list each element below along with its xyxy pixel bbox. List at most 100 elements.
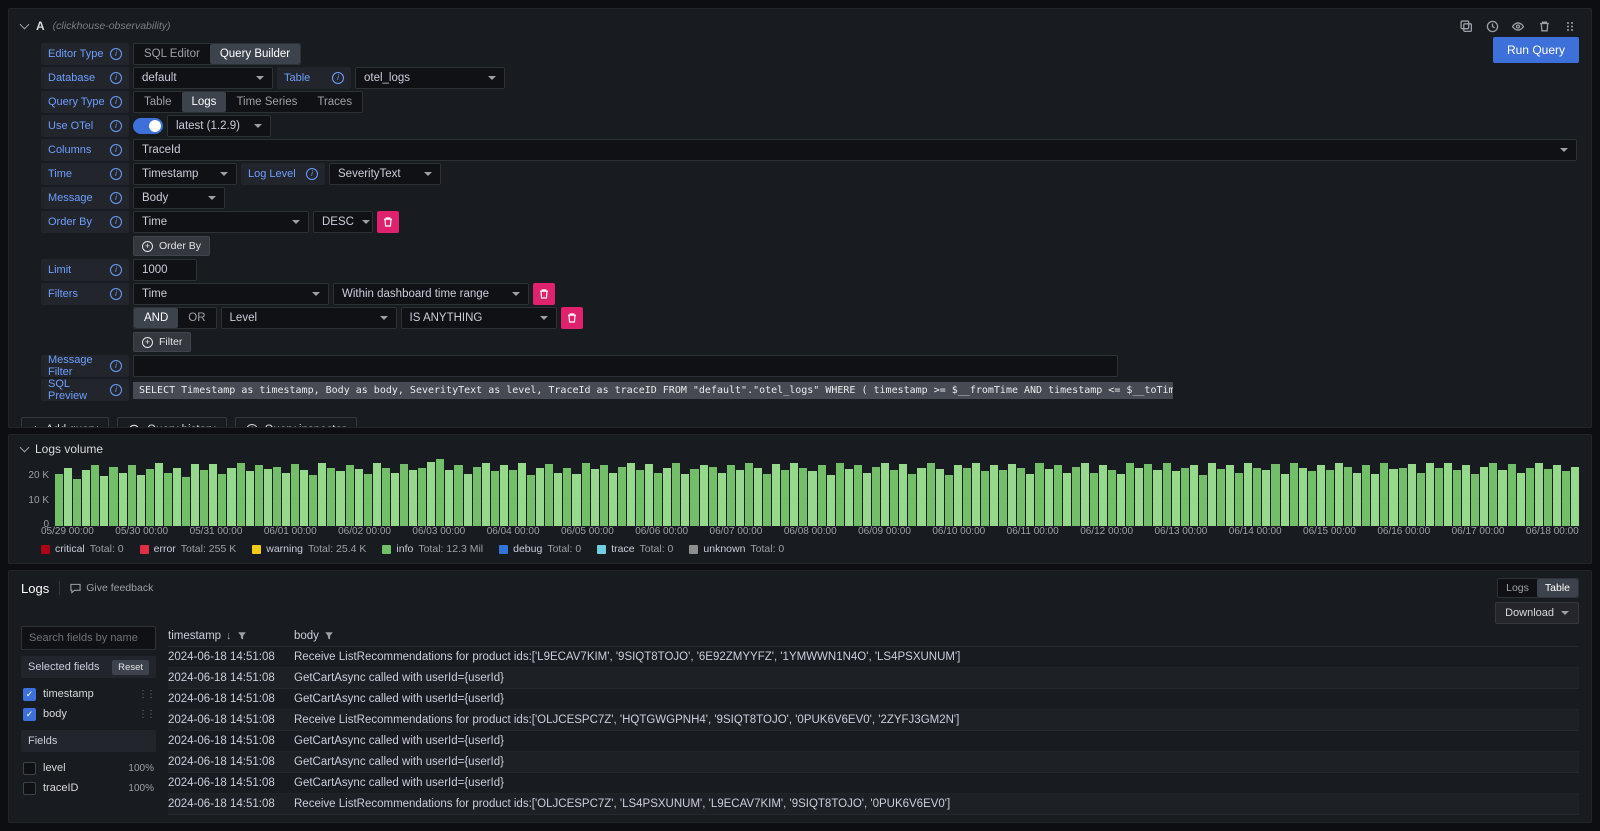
legend-item-trace[interactable]: traceTotal: 0 [597, 543, 673, 555]
drag-handle-icon[interactable]: ⋮⋮ [138, 689, 154, 700]
info-icon[interactable]: i [110, 192, 122, 204]
limit-row: Limit i [41, 259, 1579, 281]
checkbox-unchecked[interactable] [23, 762, 36, 775]
query-inspector-button[interactable]: i Query inspector [235, 417, 357, 428]
checkbox-checked[interactable]: ✓ [23, 708, 36, 721]
use-otel-toggle[interactable] [133, 118, 163, 134]
add-query-button[interactable]: + Add query [21, 417, 109, 428]
log-row[interactable]: 2024-06-18 14:51:08GetCartAsync called w… [168, 668, 1579, 689]
search-fields-input[interactable] [21, 626, 156, 650]
hide-response-eye-icon[interactable] [1509, 17, 1527, 35]
run-query-button[interactable]: Run Query [1493, 37, 1579, 63]
info-icon[interactable]: i [110, 288, 122, 300]
legend-item-warning[interactable]: warningTotal: 25.4 K [252, 543, 366, 555]
query-type-group-time-series[interactable]: Time Series [226, 92, 307, 112]
info-icon[interactable]: i [110, 144, 122, 156]
duplicate-query-icon[interactable] [1457, 17, 1475, 35]
info-icon[interactable]: i [110, 360, 122, 372]
logs-table-view-toggle-logs[interactable]: Logs [1498, 579, 1537, 597]
selected-field-body[interactable]: ✓body⋮⋮ [21, 704, 156, 724]
columns-select[interactable]: TraceId [133, 139, 1577, 161]
filter-operator-select[interactable]: Within dashboard time range [333, 283, 529, 305]
collapse-chevron-icon[interactable] [20, 443, 30, 453]
query-type-group-logs[interactable]: Logs [182, 92, 227, 112]
logs-panel: Logs Give feedback LogsTable Download Se… [8, 570, 1592, 823]
add-order-by-button[interactable]: + Order By [133, 236, 210, 256]
query-type-group-table[interactable]: Table [134, 92, 182, 112]
info-icon[interactable]: i [110, 72, 122, 84]
download-button[interactable]: Download [1495, 602, 1579, 624]
remove-order-by-button[interactable] [377, 211, 399, 233]
remove-filter-button[interactable] [533, 283, 555, 305]
legend-item-debug[interactable]: debugTotal: 0 [499, 543, 581, 555]
time-column-select[interactable]: Timestamp [133, 163, 237, 185]
query-history-button[interactable]: Query history [117, 417, 226, 428]
add-filter-button[interactable]: + Filter [133, 332, 191, 352]
give-feedback-link[interactable]: Give feedback [70, 582, 153, 594]
reset-fields-button[interactable]: Reset [112, 660, 149, 675]
col-timestamp-label[interactable]: timestamp [168, 630, 221, 642]
field-traceID[interactable]: traceID100% [21, 778, 156, 798]
volume-bar [137, 475, 145, 526]
info-icon[interactable]: i [110, 96, 122, 108]
log-row[interactable]: 2024-06-18 14:51:08Receive ListRecommend… [168, 794, 1579, 815]
drag-handle-icon[interactable] [1561, 17, 1579, 35]
remove-filter2-button[interactable] [561, 307, 583, 329]
field-level[interactable]: level100% [21, 758, 156, 778]
log-row[interactable]: 2024-06-18 14:51:08Receive ListRecommend… [168, 710, 1579, 731]
logs-table-view-toggle-table[interactable]: Table [1537, 579, 1578, 597]
checkbox-checked[interactable]: ✓ [23, 688, 36, 701]
message-column-select[interactable]: Body [133, 187, 225, 209]
log-level-label: Log Level i [241, 163, 325, 185]
filter2-operator-select[interactable]: IS ANYTHING [401, 307, 557, 329]
log-row[interactable]: 2024-06-18 14:51:08GetCartAsync called w… [168, 731, 1579, 752]
info-icon[interactable]: i [306, 168, 318, 180]
filter-field-select[interactable]: Time [133, 283, 329, 305]
info-icon[interactable]: i [110, 384, 122, 396]
log-row[interactable]: 2024-06-18 14:51:08GetCartAsync called w… [168, 773, 1579, 794]
message-filter-input[interactable] [133, 355, 1118, 377]
editor-type-group-sql-editor[interactable]: SQL Editor [134, 44, 210, 64]
limit-input[interactable] [133, 259, 197, 281]
delete-query-icon[interactable] [1535, 17, 1553, 35]
legend-item-error[interactable]: errorTotal: 255 K [140, 543, 237, 555]
legend-item-info[interactable]: infoTotal: 12.3 Mil [382, 543, 483, 555]
sort-desc-icon[interactable]: ↓ [226, 630, 232, 642]
filter2-field-select[interactable]: Level [221, 307, 397, 329]
order-by-field-select[interactable]: Time [133, 211, 309, 233]
selected-field-timestamp[interactable]: ✓timestamp⋮⋮ [21, 684, 156, 704]
log-level-select[interactable]: SeverityText [329, 163, 441, 185]
volume-bar [164, 473, 172, 526]
collapse-chevron-icon[interactable] [20, 20, 30, 30]
info-icon[interactable]: i [110, 168, 122, 180]
bool-operator-group-or[interactable]: OR [178, 308, 215, 328]
legend-item-critical[interactable]: criticalTotal: 0 [41, 543, 124, 555]
col-body-label[interactable]: body [294, 630, 319, 642]
table-select[interactable]: otel_logs [355, 67, 505, 89]
info-icon[interactable]: i [110, 48, 122, 60]
filter-funnel-icon[interactable] [237, 631, 247, 641]
info-icon[interactable]: i [110, 216, 122, 228]
legend-item-unknown[interactable]: unknownTotal: 0 [689, 543, 784, 555]
x-tick-label: 06/13 00:00 [1154, 526, 1207, 540]
drag-handle-icon[interactable]: ⋮⋮ [138, 709, 154, 720]
order-direction-select[interactable]: DESC [313, 211, 373, 233]
info-icon[interactable]: i [110, 264, 122, 276]
chevron-down-icon [512, 292, 520, 296]
otel-version-select[interactable]: latest (1.2.9) [167, 115, 271, 137]
log-row[interactable]: 2024-06-18 14:51:08Receive ListRecommend… [168, 815, 1579, 817]
info-icon[interactable]: i [332, 72, 344, 84]
query-type-group-traces[interactable]: Traces [307, 92, 362, 112]
log-row[interactable]: 2024-06-18 14:51:08GetCartAsync called w… [168, 689, 1579, 710]
log-row[interactable]: 2024-06-18 14:51:08Receive ListRecommend… [168, 647, 1579, 668]
bool-operator-group-and[interactable]: AND [134, 308, 178, 328]
database-select[interactable]: default [133, 67, 273, 89]
filter-funnel-icon[interactable] [324, 631, 334, 641]
editor-type-group-query-builder[interactable]: Query Builder [210, 44, 300, 64]
query-history-icon[interactable] [1483, 17, 1501, 35]
log-row[interactable]: 2024-06-18 14:51:08GetCartAsync called w… [168, 752, 1579, 773]
checkbox-unchecked[interactable] [23, 782, 36, 795]
info-icon[interactable]: i [110, 120, 122, 132]
log-timestamp: 2024-06-18 14:51:08 [168, 773, 294, 793]
log-body: GetCartAsync called with userId={userId} [294, 752, 1579, 772]
